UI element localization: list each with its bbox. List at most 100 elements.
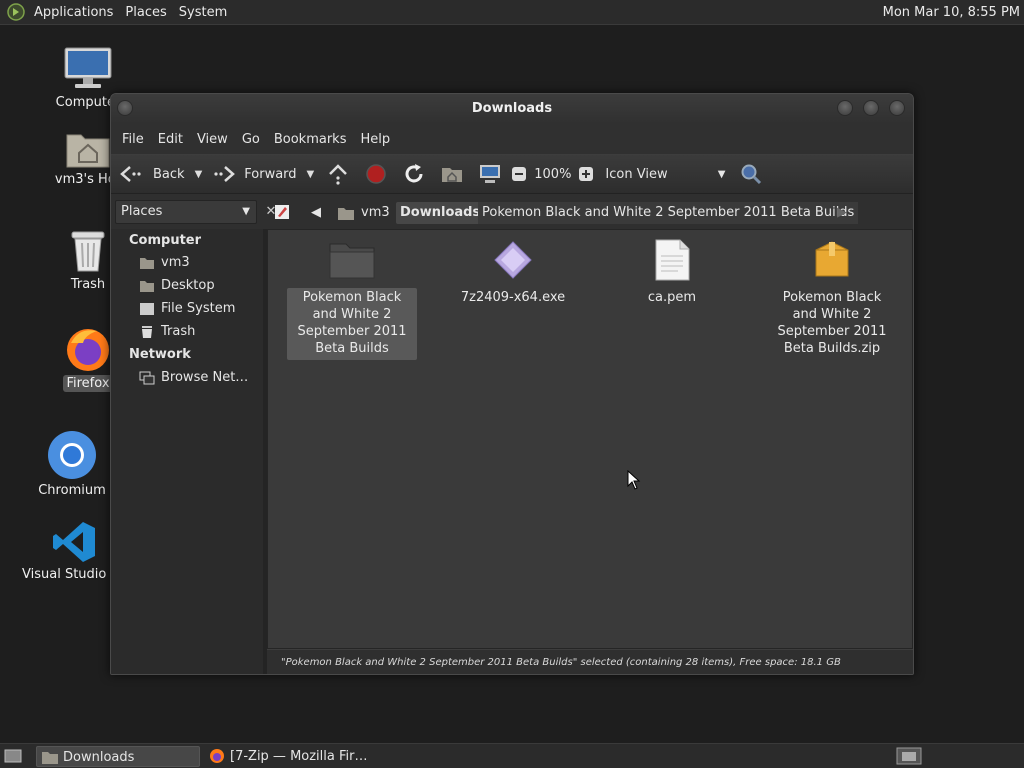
edit-location-icon[interactable] (273, 203, 291, 221)
bottom-panel: Downloads [7-Zip — Mozilla Fir… (0, 743, 1024, 768)
forward-history-dropdown[interactable]: ▼ (307, 169, 315, 180)
computer-icon[interactable] (476, 162, 504, 186)
menu-file[interactable]: File (115, 132, 151, 147)
sidebar-header-network: Network (129, 347, 191, 362)
menu-bookmarks[interactable]: Bookmarks (267, 132, 354, 147)
sidebar-item-browse-network[interactable]: Browse Net… (139, 370, 248, 385)
stop-icon[interactable] (362, 162, 390, 186)
close-button[interactable] (889, 100, 905, 116)
desktop-folder-icon (140, 280, 154, 292)
chromium-icon (48, 431, 96, 479)
sidebar-item-vm3[interactable]: vm3 (139, 255, 190, 270)
breadcrumb-label: vm3 (361, 205, 390, 220)
search-icon[interactable] (739, 162, 763, 186)
home-icon[interactable] (438, 162, 466, 186)
minimize-button[interactable] (837, 100, 853, 116)
file-name: Pokemon Black and White 2 September 2011… (777, 290, 887, 356)
back-arrow-icon (120, 166, 141, 182)
taskbar-item-label: [7-Zip — Mozilla Fir… (230, 749, 368, 764)
home-icon (338, 208, 354, 220)
file-name: 7z2409-x64.exe (460, 290, 566, 305)
sidebar-pane-select[interactable]: Places ▼ (115, 200, 257, 224)
forward-label: Forward (244, 166, 297, 182)
sidebar-item-label: Browse Net… (161, 370, 249, 385)
trash-icon (142, 325, 152, 338)
status-bar: "Pokemon Black and White 2 September 201… (267, 649, 913, 674)
window-menu-button[interactable] (117, 100, 133, 116)
file-item-pokemon-folder[interactable]: Pokemon Black and White 2 September 2011… (287, 238, 417, 360)
menubar: File Edit View Go Bookmarks Help (111, 124, 913, 154)
file-manager-window: Downloads File Edit View Go Bookmarks He… (110, 93, 914, 675)
sidebar-item-desktop[interactable]: Desktop (139, 278, 215, 293)
menu-help[interactable]: Help (353, 132, 397, 147)
menu-view[interactable]: View (190, 132, 235, 147)
text-file-icon (655, 239, 690, 281)
maximize-button[interactable] (863, 100, 879, 116)
file-item-pokemon-zip[interactable]: Pokemon Black and White 2 September 2011… (767, 238, 897, 360)
breadcrumb-scroll-right[interactable]: ▶ (833, 202, 851, 224)
folder-icon (329, 243, 375, 279)
desktop-icon-label: Firefox (63, 375, 113, 392)
window-titlebar[interactable]: Downloads (111, 94, 913, 124)
menu-edit[interactable]: Edit (151, 132, 190, 147)
home-folder-icon (140, 257, 154, 269)
exe-icon (494, 241, 532, 279)
places-menu[interactable]: Places (119, 0, 172, 25)
sidebar-item-label: Trash (161, 324, 196, 339)
folder-icon (42, 752, 58, 764)
window-title: Downloads (471, 101, 553, 116)
breadcrumb-downloads[interactable]: Downloads (396, 202, 485, 224)
back-label: Back (153, 166, 185, 182)
applications-menu[interactable]: Applications (28, 0, 119, 25)
home-folder-icon (66, 134, 110, 168)
view-mode-label: Icon View (605, 166, 668, 182)
reload-icon[interactable] (400, 162, 428, 186)
file-name: Pokemon Black and White 2 September 2011… (287, 288, 417, 360)
desktop-icon-label: Trash (70, 277, 106, 292)
location-row: Places ▼ ✕ ◀ vm3 Downloads Pokemon Black… (111, 195, 913, 229)
toolbar: Back ▼ Forward ▼ 100% Icon View ▼ (111, 154, 913, 194)
computer-icon (64, 47, 112, 88)
menu-go[interactable]: Go (235, 132, 267, 147)
taskbar-item-label: Downloads (63, 750, 135, 765)
drive-icon (140, 302, 154, 315)
mate-logo-icon[interactable] (6, 2, 26, 22)
forward-button[interactable]: Forward ▼ (212, 164, 314, 184)
show-desktop-icon[interactable] (4, 748, 22, 764)
vscode-icon (53, 522, 95, 562)
mouse-cursor-icon (627, 470, 641, 490)
trash-icon (71, 231, 105, 272)
system-menu[interactable]: System (173, 0, 233, 25)
back-history-dropdown[interactable]: ▼ (195, 169, 203, 180)
view-mode-select[interactable]: Icon View ▼ (605, 167, 725, 182)
zoom-out-icon[interactable] (510, 165, 528, 183)
chevron-down-icon: ▼ (717, 168, 726, 180)
breadcrumb-vm3[interactable]: vm3 (333, 202, 394, 224)
network-icon (139, 371, 155, 384)
sidebar-item-trash[interactable]: Trash (139, 324, 195, 339)
sidebar-pane-label: Places (121, 204, 163, 219)
workspace-switcher-icon[interactable] (896, 747, 922, 765)
sidebar-item-label: File System (161, 301, 236, 316)
desktop-icon-label: Chromium (38, 483, 106, 498)
file-item-ca-pem[interactable]: ca.pem (607, 238, 737, 309)
up-arrow-icon[interactable] (324, 162, 352, 186)
firefox-icon (67, 329, 109, 371)
zoom-level[interactable]: 100% (534, 167, 571, 182)
file-icon-view[interactable]: Pokemon Black and White 2 September 2011… (267, 229, 913, 649)
clock[interactable]: Mon Mar 10, 8:55 PM (883, 0, 1020, 25)
sidebar-item-label: vm3 (161, 255, 190, 270)
sidebar-item-filesystem[interactable]: File System (139, 301, 235, 316)
chevron-down-icon: ▼ (242, 206, 250, 217)
breadcrumb-pokemon-folder[interactable]: Pokemon Black and White 2 September 2011… (478, 202, 859, 224)
back-button[interactable]: Back ▼ (119, 164, 202, 184)
top-panel: Applications Places System Mon Mar 10, 8… (0, 0, 1024, 25)
places-sidebar: Computer vm3 Desktop File System Trash N… (111, 229, 263, 674)
zoom-in-icon[interactable] (577, 165, 595, 183)
breadcrumb-scroll-left[interactable]: ◀ (307, 202, 325, 224)
sidebar-item-label: Desktop (161, 278, 215, 293)
taskbar-item-downloads[interactable]: Downloads (36, 746, 200, 767)
taskbar-item-firefox[interactable]: [7-Zip — Mozilla Fir… (204, 746, 384, 767)
firefox-icon (210, 749, 224, 763)
file-item-7z-exe[interactable]: 7z2409-x64.exe (448, 238, 578, 309)
